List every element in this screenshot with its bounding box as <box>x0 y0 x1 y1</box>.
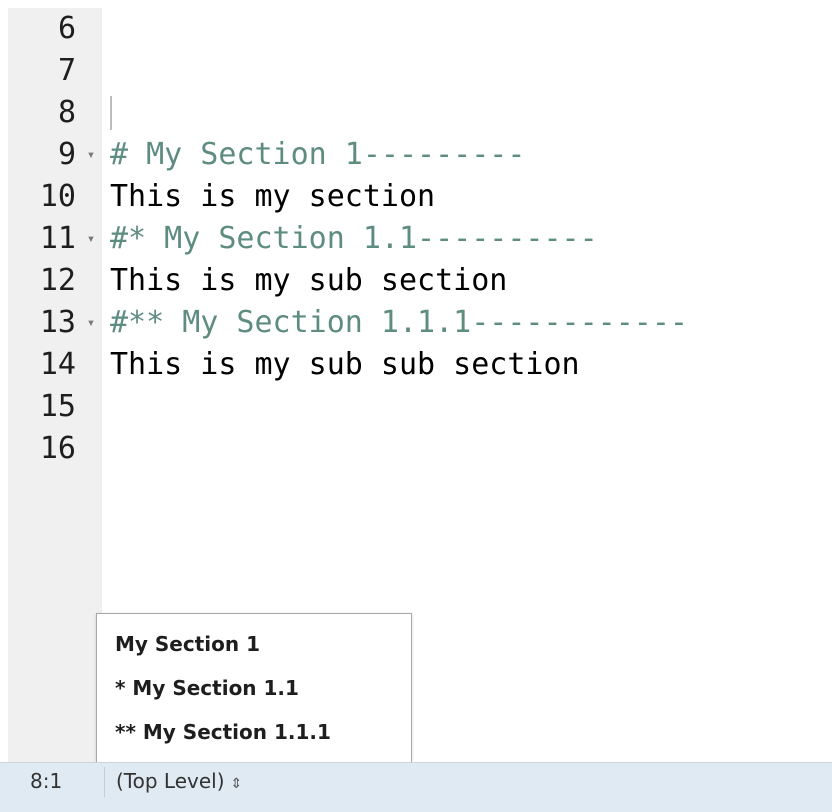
code-line[interactable]: 7 <box>0 50 832 92</box>
line-number: 11 <box>39 221 76 256</box>
fold-toggle-icon[interactable]: ▾ <box>80 218 102 260</box>
code-line[interactable]: 10 This is my section <box>0 176 832 218</box>
up-down-arrow-icon: ⇕ <box>230 776 243 792</box>
code-line[interactable]: 6 <box>0 8 832 50</box>
section-outline-popup: My Section 1 * My Section 1.1 ** My Sect… <box>96 613 412 763</box>
code-line[interactable]: 11 ▾ #* My Section 1.1---------- <box>0 218 832 260</box>
line-number: 10 <box>39 179 76 214</box>
status-divider <box>104 767 105 797</box>
section-header-comment: #* My Section 1.1---------- <box>110 221 598 256</box>
fold-toggle-icon[interactable]: ▾ <box>80 134 102 176</box>
line-number: 15 <box>39 389 76 424</box>
line-number: 13 <box>39 305 76 340</box>
outline-item-section-1-1[interactable]: * My Section 1.1 <box>115 670 405 706</box>
code-line[interactable]: 9 ▾ # My Section 1--------- <box>0 134 832 176</box>
scope-label: (Top Level) <box>116 769 225 793</box>
text-cursor <box>110 96 112 130</box>
code-line[interactable]: 15 <box>0 386 832 428</box>
code-text: This is my sub sub section <box>110 347 580 382</box>
line-number: 14 <box>39 347 76 382</box>
line-number: 6 <box>57 11 76 46</box>
line-number: 7 <box>57 53 76 88</box>
code-line[interactable]: 16 <box>0 428 832 470</box>
code-text: This is my sub section <box>110 263 508 298</box>
status-bar: 8:1 (Top Level) ⇕ <box>0 762 832 812</box>
cursor-position: 8:1 <box>30 769 63 793</box>
outline-item-section-1[interactable]: My Section 1 <box>115 626 405 662</box>
line-number: 8 <box>57 95 76 130</box>
scope-selector[interactable]: (Top Level) ⇕ <box>116 769 242 793</box>
line-number: 9 <box>57 137 76 172</box>
line-number: 16 <box>39 431 76 466</box>
outline-item-section-1-1-1[interactable]: ** My Section 1.1.1 <box>115 714 405 750</box>
line-number: 12 <box>39 263 76 298</box>
code-text: This is my section <box>110 179 436 214</box>
code-line[interactable]: 13 ▾ #** My Section 1.1.1------------ <box>0 302 832 344</box>
code-line[interactable]: 8 <box>0 92 832 134</box>
section-header-comment: # My Section 1--------- <box>110 137 526 172</box>
code-line[interactable]: 14 This is my sub sub section <box>0 344 832 386</box>
fold-toggle-icon[interactable]: ▾ <box>80 302 102 344</box>
code-line[interactable]: 12 This is my sub section <box>0 260 832 302</box>
section-header-comment: #** My Section 1.1.1------------ <box>110 305 688 340</box>
